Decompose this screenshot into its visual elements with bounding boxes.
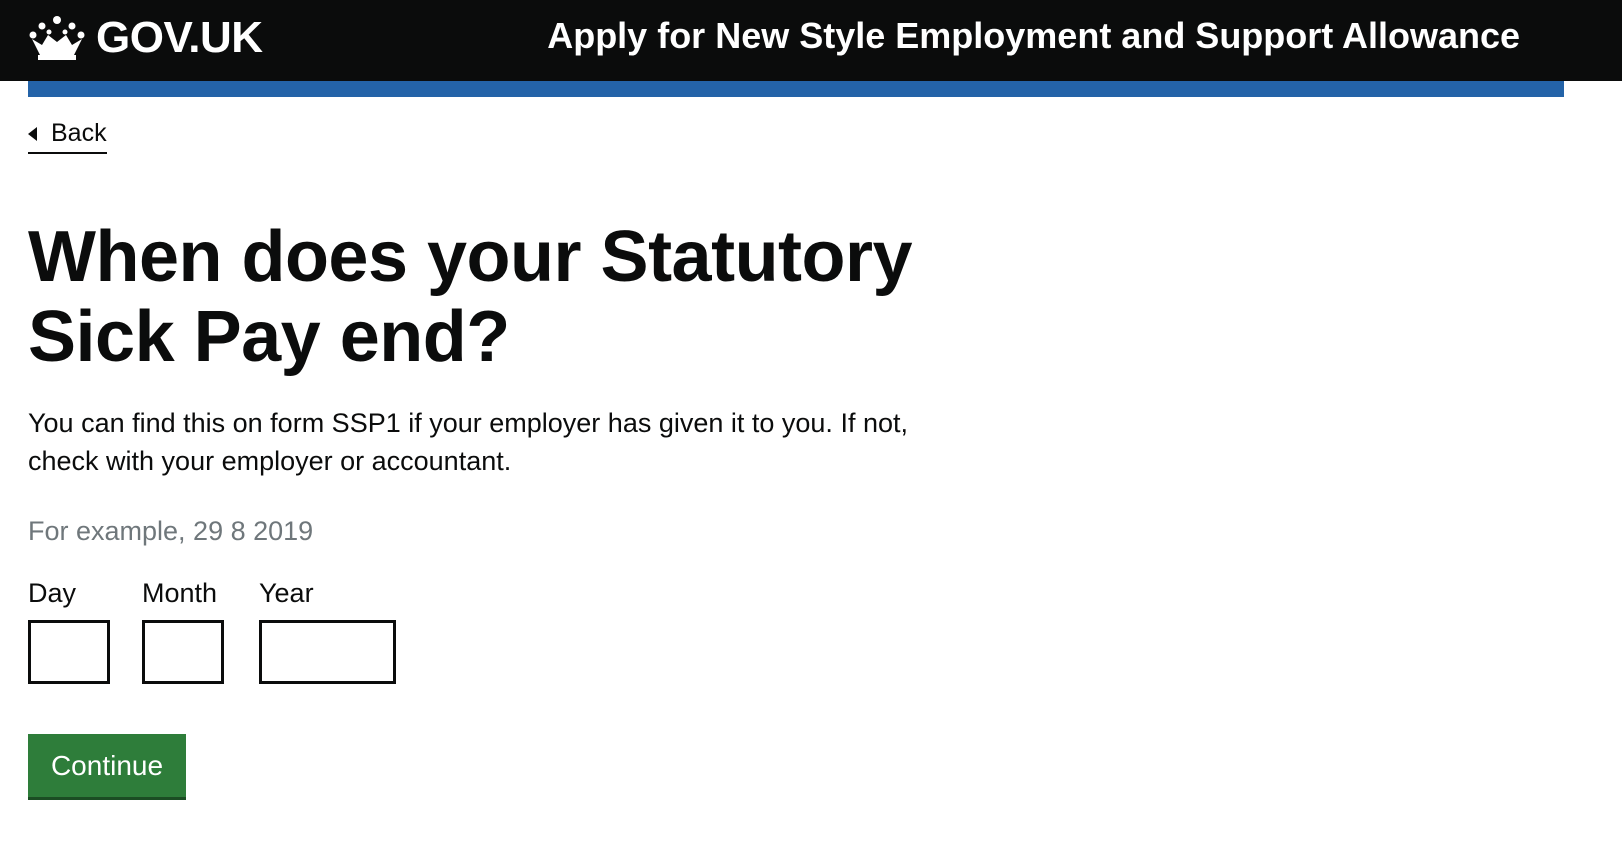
body-text-line-1: You can find this on form SSP1 if your e…	[28, 408, 908, 438]
govuk-logo-link[interactable]: GOV.UK	[28, 10, 263, 66]
logo-text: GOV.UK	[96, 13, 263, 62]
date-day-group: Day	[28, 576, 110, 684]
continue-button[interactable]: Continue	[28, 734, 186, 797]
page-title-line-2: Sick Pay end?	[28, 297, 510, 377]
day-label: Day	[28, 578, 77, 608]
service-name-link[interactable]: Apply for New Style Employment and Suppo…	[547, 14, 1520, 58]
month-input[interactable]	[142, 620, 224, 684]
back-link-label: Back	[51, 119, 107, 147]
day-input[interactable]	[28, 620, 110, 684]
month-label: Month	[142, 578, 218, 608]
body-text: You can find this on form SSP1 if your e…	[28, 404, 978, 480]
crown-icon	[29, 16, 85, 60]
header-blue-bar	[28, 81, 1564, 97]
page-title: When does your Statutory Sick Pay end?	[28, 217, 988, 377]
date-month-group: Month	[142, 576, 224, 684]
date-year-group: Year	[259, 576, 396, 684]
body-text-line-2: check with your employer or accountant.	[28, 446, 512, 476]
back-link[interactable]: Back	[28, 118, 107, 154]
date-hint: For example, 29 8 2019	[28, 516, 314, 546]
chevron-left-icon	[28, 126, 37, 141]
page-title-line-1: When does your Statutory	[28, 217, 913, 297]
year-input[interactable]	[259, 620, 396, 684]
govuk-header: GOV.UK Apply for New Style Employment an…	[0, 0, 1622, 81]
year-label: Year	[259, 578, 314, 608]
